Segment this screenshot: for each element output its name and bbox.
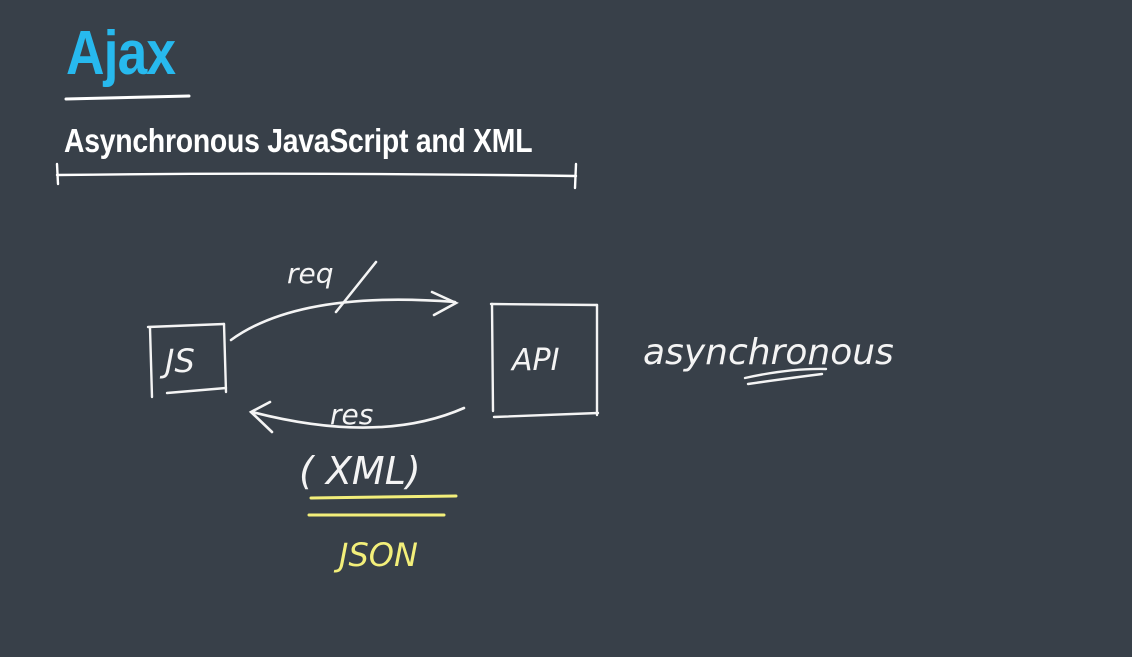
alt-format-label: JSON [333, 536, 418, 574]
title-underline [64, 94, 191, 101]
format-highlight-lines [307, 494, 458, 517]
whiteboard-diagram: JS API req res ( XML) JSON asynchronous [55, 94, 894, 574]
js-box-label: JS [159, 342, 195, 380]
response-label: res [330, 398, 373, 431]
response-format-label: ( XML) [299, 449, 421, 493]
request-label: req [287, 257, 334, 290]
asynchronous-note: asynchronous [643, 332, 894, 373]
api-box-label: API [510, 343, 560, 378]
subtitle-span-bracket [55, 162, 578, 190]
request-arrow [229, 260, 459, 342]
